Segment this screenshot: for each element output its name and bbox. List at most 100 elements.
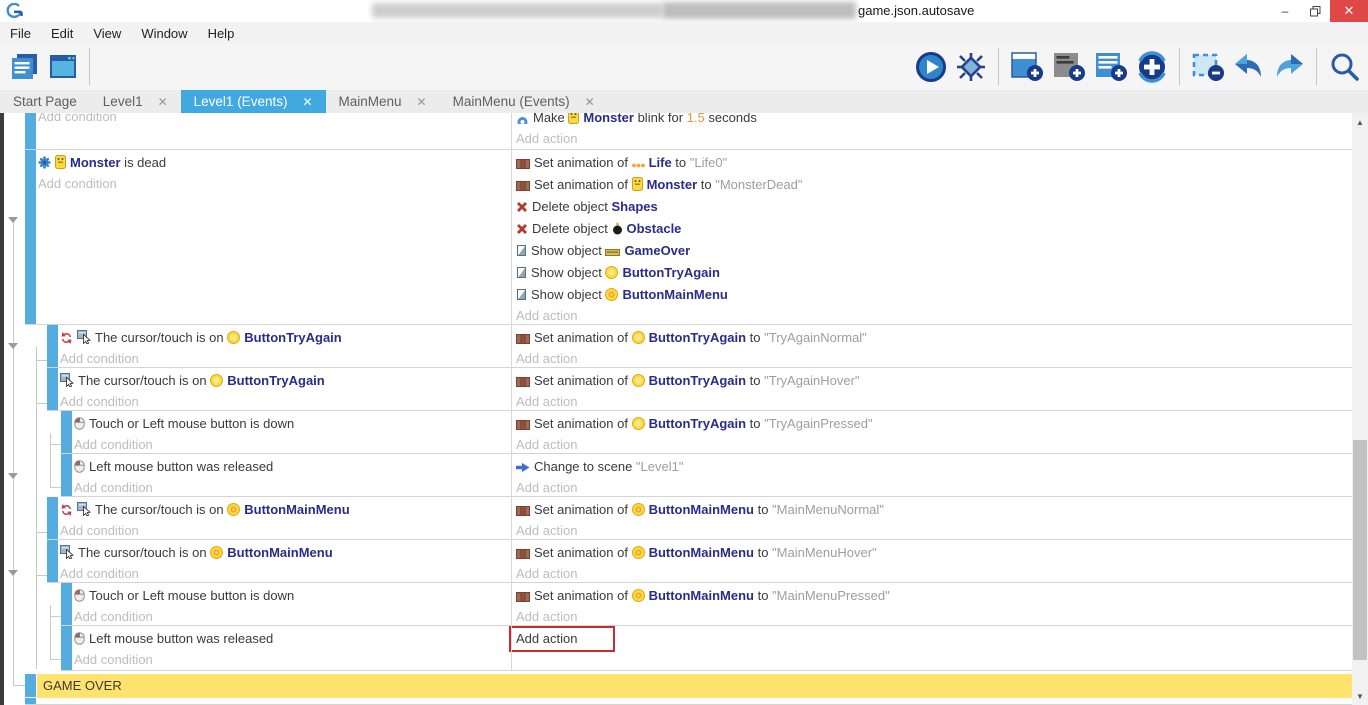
add-condition-link[interactable]: Add condition	[74, 478, 511, 497]
add-subevent-icon[interactable]	[1094, 51, 1128, 83]
actions-cell[interactable]: Set animation of ButtonTryAgain to "TryA…	[516, 413, 1348, 454]
actions-cell[interactable]: Set animation of ButtonMainMenu to "Main…	[516, 499, 1348, 540]
add-action-link[interactable]: Add action	[516, 306, 1348, 325]
menu-item-edit[interactable]: Edit	[41, 26, 83, 41]
add-condition-link[interactable]: Add condition	[74, 607, 511, 626]
event-row[interactable]: The cursor/touch is on ButtonMainMenuAdd…	[0, 497, 1352, 540]
tab-close-icon[interactable]: ✕	[417, 95, 427, 109]
add-action-link[interactable]: Add action	[516, 521, 1348, 540]
action-line[interactable]: Show object GameOver	[516, 240, 1348, 262]
event-selector-bar[interactable]	[47, 368, 58, 410]
conditions-cell[interactable]: The cursor/touch is on ButtonMainMenuAdd…	[60, 499, 511, 540]
undo-icon[interactable]	[1233, 51, 1265, 83]
event-row[interactable]: Touch or Left mouse button is downAdd co…	[0, 583, 1352, 626]
action-line[interactable]: Show object ButtonMainMenu	[516, 284, 1348, 306]
add-action-link[interactable]: Add action	[516, 349, 1348, 368]
action-line[interactable]: Show object ButtonTryAgain	[516, 262, 1348, 284]
add-condition-link[interactable]: Add condition	[38, 113, 511, 126]
add-action-link[interactable]: Add action	[516, 129, 1348, 148]
conditions-cell[interactable]: The cursor/touch is on ButtonMainMenuAdd…	[60, 542, 511, 583]
conditions-cell[interactable]: The cursor/touch is on ButtonTryAgainAdd…	[60, 327, 511, 368]
action-line[interactable]: Set animation of ButtonMainMenu to "Main…	[516, 542, 1348, 564]
condition-line[interactable]: Monster is dead	[38, 152, 511, 174]
event-row[interactable]: Touch or Left mouse button is downAdd co…	[0, 411, 1352, 454]
event-selector-bar[interactable]	[61, 626, 72, 670]
tab-close-icon[interactable]: ✕	[585, 95, 595, 109]
search-icon[interactable]	[1328, 51, 1360, 83]
conditions-cell[interactable]: The cursor/touch is on ButtonTryAgainAdd…	[60, 370, 511, 411]
actions-cell[interactable]: Change to scene "Level1"Add action	[516, 456, 1348, 497]
tab-mainmenu-events-[interactable]: MainMenu (Events)✕	[440, 90, 608, 113]
scroll-up-arrow-icon[interactable]: ▲	[1352, 115, 1368, 129]
event-selector-bar[interactable]	[61, 411, 72, 453]
action-line[interactable]: Set animation of ButtonMainMenu to "Main…	[516, 585, 1348, 607]
action-line[interactable]: Set animation of ButtonTryAgain to "TryA…	[516, 370, 1348, 392]
event-row[interactable]: Monster is deadAdd conditionSet animatio…	[0, 150, 1352, 325]
add-event-icon[interactable]	[1010, 51, 1044, 83]
condition-line[interactable]: Touch or Left mouse button is down	[74, 585, 511, 607]
comment-text[interactable]: GAME OVER	[37, 674, 1352, 698]
debug-icon[interactable]	[955, 51, 987, 83]
add-action-link[interactable]: Add action	[516, 607, 1348, 626]
add-condition-link[interactable]: Add condition	[60, 521, 511, 540]
condition-line[interactable]: The cursor/touch is on ButtonMainMenu	[60, 499, 511, 521]
condition-line[interactable]: The cursor/touch is on ButtonTryAgain	[60, 327, 511, 349]
event-row[interactable]: Left mouse button was releasedAdd condit…	[0, 626, 1352, 671]
actions-cell[interactable]: Add action	[516, 628, 1348, 647]
comment-row[interactable]: GAME OVER	[0, 674, 1352, 698]
add-action-link[interactable]: Add action	[516, 392, 1348, 411]
play-icon[interactable]	[915, 51, 947, 83]
menu-item-file[interactable]: File	[0, 26, 41, 41]
menu-item-help[interactable]: Help	[198, 26, 245, 41]
actions-cell[interactable]: Make Monster blink for 1.5 secondsAdd ac…	[516, 113, 1348, 148]
conditions-cell[interactable]: Left mouse button was releasedAdd condit…	[74, 628, 511, 669]
event-selector-bar[interactable]	[61, 454, 72, 496]
actions-cell[interactable]: Set animation of Life to "Life0"Set anim…	[516, 152, 1348, 325]
menu-item-view[interactable]: View	[83, 26, 131, 41]
action-line[interactable]: Change to scene "Level1"	[516, 456, 1348, 478]
event-selector-bar[interactable]	[47, 325, 58, 367]
project-manager-icon[interactable]	[10, 52, 40, 82]
event-selector-bar[interactable]	[47, 540, 58, 582]
event-row[interactable]: The cursor/touch is on ButtonTryAgainAdd…	[0, 325, 1352, 368]
conditions-cell[interactable]: Left mouse button was releasedAdd condit…	[74, 456, 511, 497]
action-line[interactable]: Set animation of ButtonMainMenu to "Main…	[516, 499, 1348, 521]
conditions-cell[interactable]: Add condition	[38, 113, 511, 126]
event-row[interactable]: Add condition Make Monster blink for 1.5 …	[0, 113, 1352, 150]
actions-cell[interactable]: Set animation of ButtonTryAgain to "TryA…	[516, 327, 1348, 368]
add-special-event-icon[interactable]	[1136, 51, 1168, 83]
condition-line[interactable]: The cursor/touch is on ButtonTryAgain	[60, 370, 511, 392]
scene-window-icon[interactable]	[48, 52, 78, 82]
add-comment-icon[interactable]	[1052, 51, 1086, 83]
conditions-cell[interactable]: Touch or Left mouse button is downAdd co…	[74, 585, 511, 626]
tab-mainmenu[interactable]: MainMenu✕	[326, 90, 440, 113]
conditions-cell[interactable]: Monster is deadAdd condition	[38, 152, 511, 193]
condition-line[interactable]: The cursor/touch is on ButtonMainMenu	[60, 542, 511, 564]
vertical-scrollbar[interactable]: ▲ ▼	[1352, 113, 1368, 705]
maximize-button[interactable]	[1300, 0, 1330, 22]
add-action-highlighted[interactable]: Add action	[509, 626, 615, 652]
actions-cell[interactable]: Set animation of ButtonMainMenu to "Main…	[516, 585, 1348, 626]
tab-close-icon[interactable]: ✕	[302, 95, 312, 109]
add-action-link[interactable]: Add action	[516, 564, 1348, 583]
event-selector-bar[interactable]	[25, 150, 36, 324]
scroll-down-arrow-icon[interactable]: ▼	[1352, 689, 1368, 703]
collapse-arrow-icon[interactable]	[8, 570, 18, 576]
add-condition-link[interactable]: Add condition	[38, 174, 511, 193]
action-line[interactable]: Delete object Shapes	[516, 196, 1348, 218]
tab-start-page[interactable]: Start Page	[0, 90, 90, 113]
event-row[interactable]: Left mouse button was releasedAdd condit…	[0, 454, 1352, 497]
conditions-cell[interactable]: Touch or Left mouse button is downAdd co…	[74, 413, 511, 454]
condition-line[interactable]: Left mouse button was released	[74, 628, 511, 650]
add-condition-link[interactable]: Add condition	[74, 650, 511, 669]
event-selector-bar[interactable]	[25, 674, 36, 697]
add-action-link[interactable]: Add action	[516, 435, 1348, 454]
menu-item-window[interactable]: Window	[131, 26, 197, 41]
actions-cell[interactable]: Set animation of ButtonTryAgain to "TryA…	[516, 370, 1348, 411]
add-condition-link[interactable]: Add condition	[60, 349, 511, 368]
condition-line[interactable]: Left mouse button was released	[74, 456, 511, 478]
tab-level1[interactable]: Level1✕	[90, 90, 181, 113]
add-action-link[interactable]: Add action	[516, 478, 1348, 497]
event-row[interactable]	[0, 698, 1352, 705]
collapse-arrow-icon[interactable]	[8, 473, 18, 479]
